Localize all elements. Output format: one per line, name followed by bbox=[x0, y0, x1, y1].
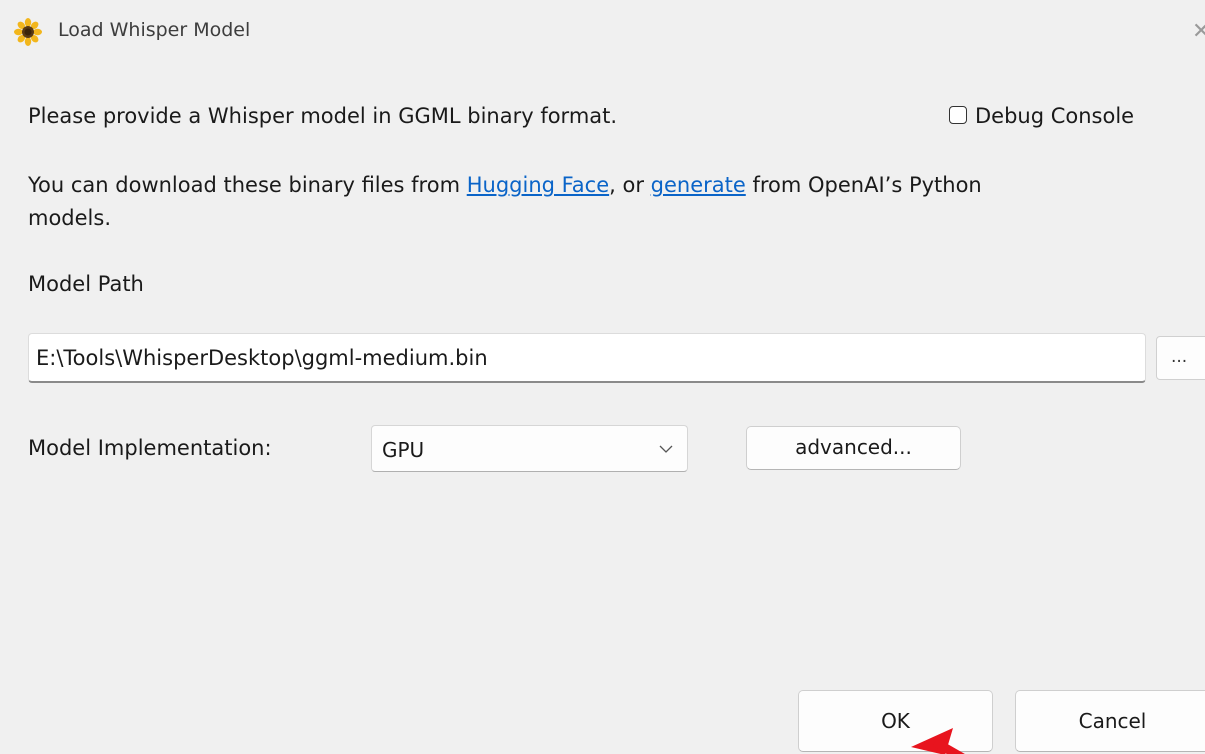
advanced-button[interactable]: advanced... bbox=[746, 426, 961, 470]
window-title: Load Whisper Model bbox=[58, 19, 251, 41]
title-bar: Load Whisper Model ✕ bbox=[0, 0, 1205, 64]
model-path-label: Model Path bbox=[28, 272, 144, 296]
download-info-line1: You can download these binary files from… bbox=[28, 173, 982, 197]
hugging-face-link[interactable]: Hugging Face bbox=[467, 173, 609, 197]
model-path-input[interactable] bbox=[28, 333, 1146, 383]
download-suffix: from OpenAI’s Python bbox=[745, 173, 982, 197]
model-implementation-value: GPU bbox=[382, 438, 425, 462]
chevron-down-icon bbox=[659, 445, 673, 453]
download-info-line2: models. bbox=[28, 206, 112, 230]
generate-link[interactable]: generate bbox=[651, 173, 746, 197]
browse-button[interactable]: ... bbox=[1156, 336, 1205, 380]
model-implementation-select[interactable]: GPU bbox=[371, 425, 688, 472]
red-arrow-pointer bbox=[911, 728, 965, 754]
load-model-dialog: Load Whisper Model ✕ Please provide a Wh… bbox=[0, 0, 1205, 754]
cancel-button[interactable]: Cancel bbox=[1015, 690, 1205, 752]
download-prefix: You can download these binary files from bbox=[28, 173, 467, 197]
close-icon[interactable]: ✕ bbox=[1192, 14, 1205, 50]
debug-console-checkbox[interactable] bbox=[949, 106, 967, 124]
model-implementation-label: Model Implementation: bbox=[28, 436, 272, 460]
debug-console-label[interactable]: Debug Console bbox=[975, 104, 1134, 128]
intro-text: Please provide a Whisper model in GGML b… bbox=[28, 104, 618, 128]
sunflower-icon bbox=[14, 18, 42, 46]
download-middle: , or bbox=[609, 173, 651, 197]
